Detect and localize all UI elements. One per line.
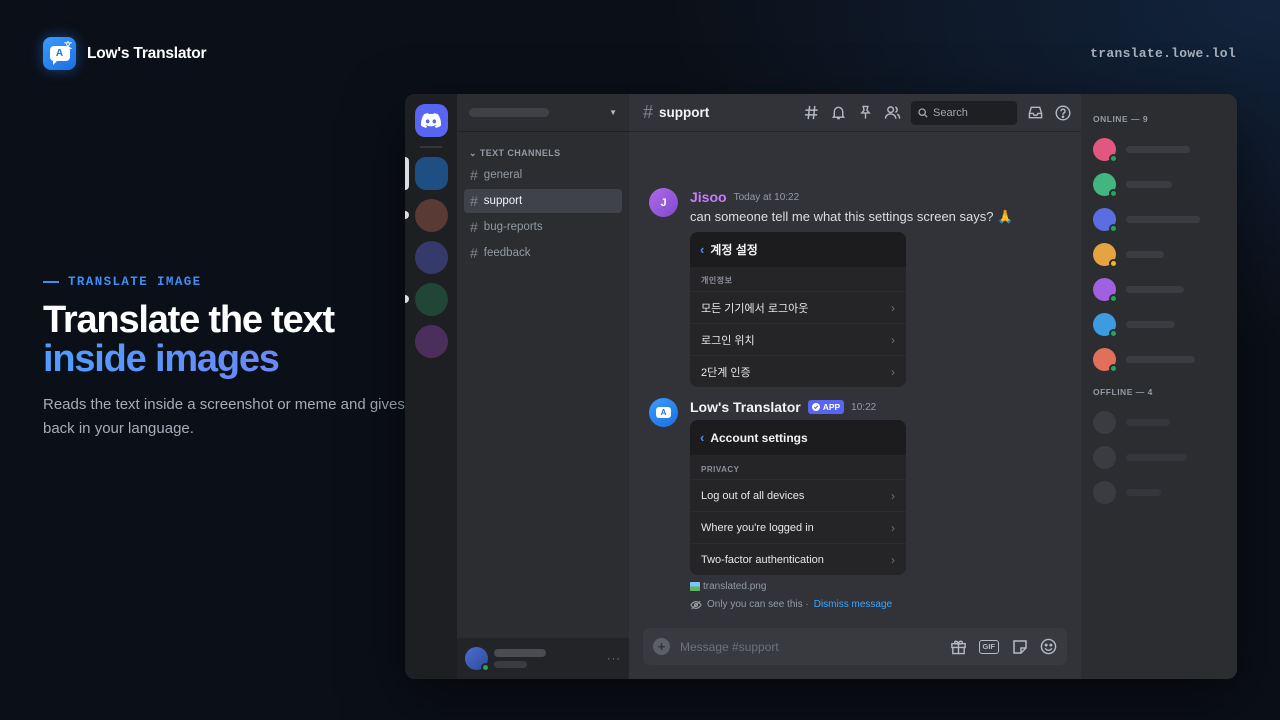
member-list: ONLINE — 9 OFFLINE — 4	[1081, 94, 1237, 679]
brand-name: Low's Translator	[87, 44, 207, 62]
member-item[interactable]	[1093, 440, 1237, 475]
channel-bug-reports[interactable]: # bug-reports	[464, 215, 622, 239]
message-text: can someone tell me what this settings s…	[690, 209, 1014, 224]
member-item[interactable]	[1093, 132, 1237, 167]
dismiss-message-link[interactable]: Dismiss message	[814, 599, 892, 610]
hash-icon: #	[643, 102, 654, 122]
channel-category[interactable]: ⌄ TEXT CHANNELS	[457, 148, 629, 159]
server-icon[interactable]	[405, 283, 448, 316]
avatar[interactable]: J	[649, 188, 678, 217]
back-chevron-icon: ‹	[700, 430, 705, 445]
site-url[interactable]: translate.lowe.lol	[1090, 46, 1236, 61]
chevron-right-icon: ›	[891, 520, 895, 535]
inbox-icon[interactable]	[1027, 104, 1044, 121]
server-icon[interactable]	[414, 325, 448, 358]
channel-sidebar: ▼ ⌄ TEXT CHANNELS # general # support # bug…	[457, 94, 629, 679]
chevron-down-icon: ▼	[609, 108, 617, 117]
member-item[interactable]	[1093, 167, 1237, 202]
user-panel: ···	[457, 638, 629, 679]
server-icon[interactable]	[405, 157, 448, 190]
emoji-icon[interactable]	[1040, 638, 1057, 655]
image-attachment-translated[interactable]: ‹ Account settings PRIVACY Log out of all…	[690, 420, 906, 575]
more-icon[interactable]: ···	[607, 653, 621, 665]
server-separator	[420, 146, 442, 148]
translator-avatar[interactable]: A	[649, 398, 678, 427]
app-badge: APP	[807, 400, 845, 414]
channel-general[interactable]: # general	[464, 163, 622, 187]
member-item[interactable]	[1093, 307, 1237, 342]
bell-icon[interactable]	[830, 104, 847, 121]
channel-topbar: # support Search	[629, 94, 1081, 132]
search-icon	[918, 107, 928, 118]
search-input[interactable]: Search	[911, 100, 1017, 125]
server-list	[405, 94, 457, 679]
pin-icon[interactable]	[857, 104, 874, 121]
member-item[interactable]	[1093, 202, 1237, 237]
online-header: ONLINE — 9	[1093, 114, 1149, 124]
chevron-right-icon: ›	[891, 332, 895, 347]
chevron-right-icon: ›	[891, 552, 895, 567]
member-item[interactable]	[1093, 237, 1237, 272]
attachment-filename[interactable]: translated.png	[690, 581, 1061, 592]
discord-home-icon[interactable]	[414, 104, 448, 137]
chat-area: # support Search J Jisoo Today at 10:22 …	[629, 94, 1081, 679]
ephemeral-notice: Only you can see this · Dismiss message	[690, 599, 1061, 610]
message: A Low's Translator APP 10:22 ‹ Account se…	[649, 398, 1061, 610]
verified-check-icon	[811, 403, 820, 411]
avatar[interactable]	[465, 647, 490, 672]
message-author[interactable]: Jisoo	[690, 189, 727, 205]
members-icon[interactable]	[884, 104, 901, 121]
hero-subtitle: Reads the text inside a screenshot or me…	[43, 396, 417, 437]
member-item[interactable]	[1093, 342, 1237, 377]
offline-header: OFFLINE — 4	[1093, 387, 1153, 397]
message-timestamp: 10:22	[851, 401, 877, 413]
eye-slash-icon	[690, 600, 702, 609]
back-chevron-icon: ‹	[700, 242, 705, 257]
image-file-icon	[690, 582, 700, 591]
gift-icon[interactable]	[950, 638, 967, 655]
hero: TRANSLATE IMAGE Translate the text insid…	[43, 275, 423, 441]
server-header[interactable]: ▼	[457, 94, 629, 132]
member-item[interactable]	[1093, 405, 1237, 440]
image-attachment-korean[interactable]: ‹ 계정 설정 개인정보 모든 기기에서 로그아웃 › 로그인 위치 › 2단계 인증…	[690, 232, 906, 387]
member-item[interactable]	[1093, 475, 1237, 510]
channel-title: support	[659, 105, 710, 120]
message-input[interactable]: Message #support	[680, 640, 779, 654]
message-author[interactable]: Low's Translator	[690, 399, 801, 415]
chevron-right-icon: ›	[891, 300, 895, 315]
threads-icon[interactable]	[803, 104, 820, 121]
server-icon[interactable]	[414, 241, 448, 274]
gif-icon[interactable]: GIF	[978, 639, 999, 654]
message-composer[interactable]: + Message #support GIF	[643, 628, 1067, 665]
chevron-right-icon: ›	[891, 488, 895, 503]
server-icon[interactable]	[405, 199, 448, 232]
message: J Jisoo Today at 10:22 can someone tell …	[649, 188, 1061, 387]
message-timestamp: Today at 10:22	[733, 191, 800, 203]
message-list: J Jisoo Today at 10:22 can someone tell …	[629, 132, 1081, 679]
sticker-icon[interactable]	[1011, 638, 1028, 655]
add-attachment-icon[interactable]: +	[653, 638, 670, 655]
eyebrow: TRANSLATE IMAGE	[43, 275, 423, 289]
channel-support[interactable]: # support	[464, 189, 622, 213]
brand: A 文 Low's Translator	[43, 37, 207, 70]
member-item[interactable]	[1093, 272, 1237, 307]
chevron-right-icon: ›	[891, 364, 895, 379]
channel-feedback[interactable]: # feedback	[464, 241, 622, 265]
discord-window: ▼ ⌄ TEXT CHANNELS # general # support # bug…	[405, 94, 1237, 679]
translator-logo-icon: A 文	[43, 37, 76, 70]
hero-title: Translate the text inside images	[43, 301, 423, 379]
help-icon[interactable]	[1054, 104, 1071, 121]
